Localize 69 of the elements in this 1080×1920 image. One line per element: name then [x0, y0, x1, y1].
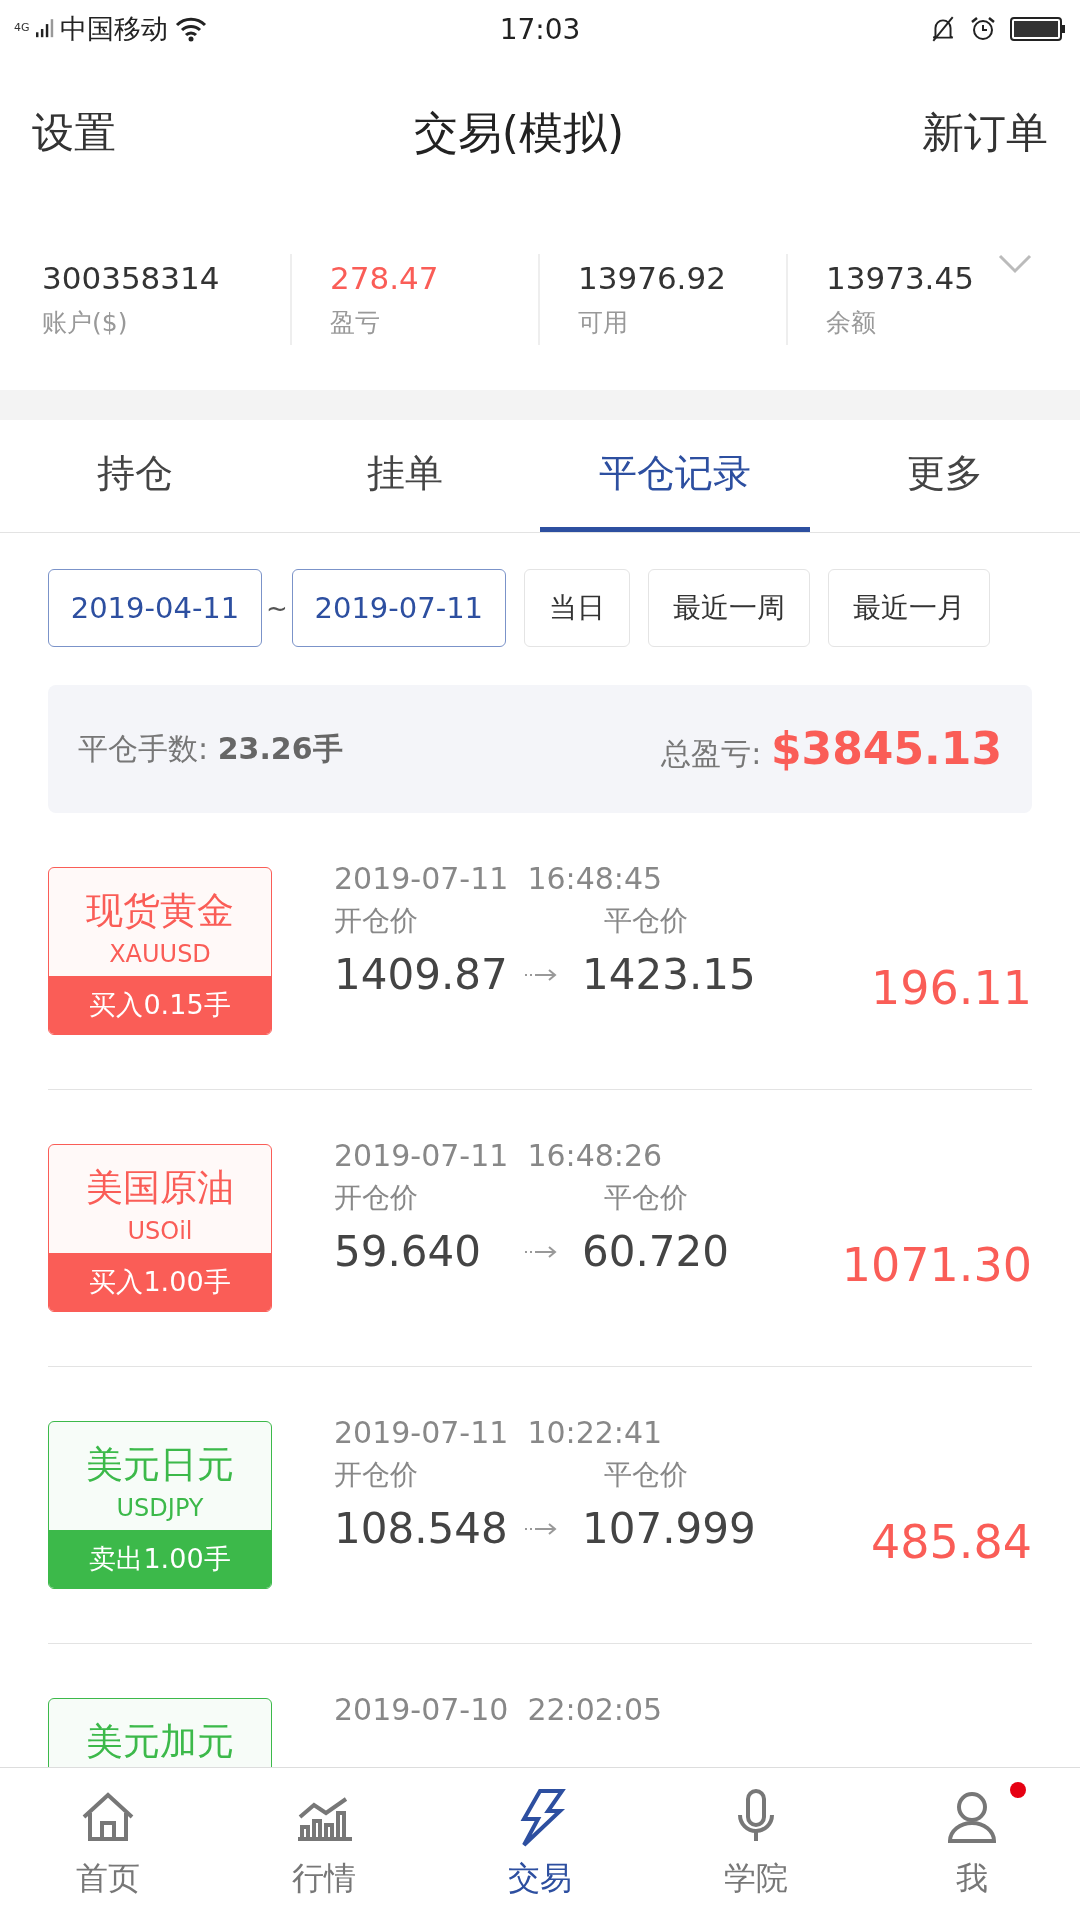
open-price-label: 开仓价 — [334, 1457, 419, 1493]
instrument-symbol: XAUUSD — [109, 940, 211, 968]
close-price: 1423.15 — [582, 950, 757, 999]
tab[interactable]: 持仓 — [0, 420, 270, 532]
nav-item[interactable]: 首页 — [0, 1768, 216, 1920]
account-label: 盈亏 — [330, 306, 381, 339]
account-value: 300358314 — [42, 259, 220, 296]
arrow-right-icon — [524, 1245, 558, 1258]
page-title: 交易(模拟) — [413, 105, 625, 160]
clock-time: 17:03 — [499, 12, 581, 46]
profit-value: 196.11 — [871, 961, 1032, 1015]
close-price-label: 平仓价 — [604, 1180, 689, 1216]
instrument-name: 美元日元 — [86, 1442, 234, 1488]
account-value: 13973.45 — [826, 259, 974, 296]
signal-icon — [35, 18, 54, 40]
close-time: 2019-07-11 16:48:45 — [334, 861, 664, 896]
profit-value: 485.84 — [871, 1515, 1032, 1569]
range-button[interactable]: 当日 — [523, 569, 630, 647]
close-price-label: 平仓价 — [604, 903, 689, 939]
nav-item[interactable]: 交易 — [432, 1768, 648, 1920]
tab[interactable]: 挂单 — [270, 420, 540, 532]
settings-link[interactable]: 设置 — [32, 105, 116, 161]
open-price: 108.548 — [334, 1504, 509, 1553]
instrument-name: 美元加元 — [86, 1719, 234, 1765]
order-size: 买入0.15手 — [49, 976, 271, 1034]
order-size: 买入1.00手 — [49, 1253, 271, 1311]
close-time: 2019-07-10 22:02:05 — [334, 1692, 663, 1727]
wifi-icon — [173, 16, 208, 42]
nav-item[interactable]: 我 — [864, 1768, 1080, 1920]
alarm-icon — [970, 16, 996, 42]
account-label: 账户($) — [42, 306, 129, 339]
profit-value: 1071.30 — [841, 1238, 1032, 1292]
open-price-label: 开仓价 — [334, 1180, 419, 1216]
carrier-name: 中国移动 — [59, 12, 168, 46]
instrument-name: 美国原油 — [86, 1165, 234, 1211]
nav-item[interactable]: 学院 — [648, 1768, 864, 1920]
range-button[interactable]: 最近一周 — [647, 569, 810, 647]
bell-muted-icon — [930, 15, 956, 43]
close-price: 60.720 — [582, 1227, 730, 1276]
account-label: 可用 — [578, 306, 629, 339]
open-price-label: 开仓价 — [334, 903, 419, 939]
arrow-right-icon — [524, 1522, 558, 1535]
range-button[interactable]: 最近一月 — [827, 569, 990, 647]
nav-item[interactable]: 行情 — [216, 1768, 432, 1920]
close-price-label: 平仓价 — [604, 1457, 689, 1493]
account-value: 278.47 — [330, 259, 439, 296]
instrument-symbol: USOil — [127, 1217, 193, 1245]
total-pnl-summary: 总盈亏: $3845.13 — [661, 723, 1002, 775]
open-price: 59.640 — [334, 1227, 482, 1276]
tab[interactable]: 更多 — [810, 420, 1080, 532]
lots-summary: 平仓手数: 23.26手 — [78, 729, 343, 768]
close-price: 107.999 — [582, 1504, 757, 1553]
new-order-link[interactable]: 新订单 — [922, 105, 1048, 161]
network-label: 4G — [14, 21, 30, 34]
chevron-down-icon[interactable] — [998, 254, 1032, 274]
open-price: 1409.87 — [334, 950, 509, 999]
tab[interactable]: 平仓记录 — [540, 420, 810, 532]
end-date-field[interactable]: 2019-07-11 — [291, 569, 506, 647]
battery-icon — [1010, 17, 1066, 41]
account-value: 13976.92 — [578, 259, 726, 296]
instrument-name: 现货黄金 — [86, 888, 234, 934]
range-separator: ~ — [266, 593, 288, 623]
account-label: 余额 — [826, 306, 877, 339]
close-time: 2019-07-11 10:22:41 — [334, 1415, 664, 1450]
start-date-field[interactable]: 2019-04-11 — [48, 569, 262, 647]
arrow-right-icon — [524, 968, 558, 981]
order-size: 卖出1.00手 — [49, 1530, 271, 1588]
instrument-symbol: USDJPY — [116, 1494, 204, 1522]
close-time: 2019-07-11 16:48:26 — [334, 1138, 664, 1173]
